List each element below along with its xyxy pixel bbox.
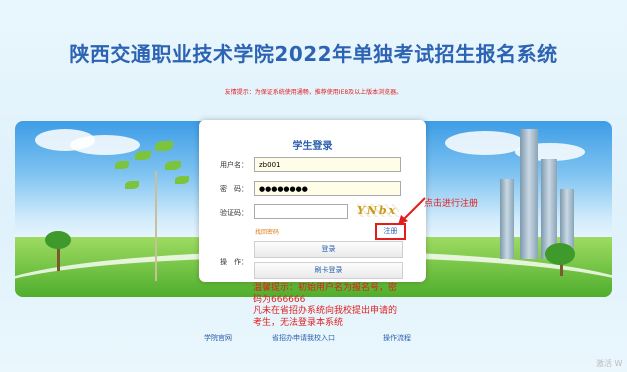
arrow-icon xyxy=(398,197,426,225)
username-field[interactable] xyxy=(254,157,401,172)
login-button[interactable]: 登录 xyxy=(254,241,403,258)
captcha-label: 验证码： xyxy=(220,209,248,217)
password-field[interactable]: ●●●●●●●● xyxy=(254,181,401,196)
captcha-image[interactable]: YNbx xyxy=(357,204,399,217)
forgot-password-link[interactable]: 找回密码 xyxy=(255,227,279,236)
college-website-link[interactable]: 学院官网 xyxy=(204,333,232,343)
operation-flow-link[interactable]: 操作流程 xyxy=(383,333,411,343)
activation-watermark: 激活 W xyxy=(596,359,623,368)
page-title: 陕西交通职业技术学院2022年单独考试招生报名系统 xyxy=(69,42,558,66)
admission-entry-link[interactable]: 省招办申请我校入口 xyxy=(272,333,335,343)
login-title: 学生登录 xyxy=(292,141,333,152)
username-label: 用户名： xyxy=(220,161,248,169)
password-label: 密 码： xyxy=(220,185,248,193)
register-hint: 点击进行注册 xyxy=(424,199,479,209)
operation-label: 操 作： xyxy=(220,258,248,266)
login-note: 温馨提示：初始用户名为报名号，密码为666666 凡未在省招办系统向我校提出申请… xyxy=(253,283,403,329)
note-text: 温馨提示：初始用户名为报名号，密码为666666 凡未在省招办系统向我校提出申请… xyxy=(253,283,398,328)
card-login-button[interactable]: 刷卡登录 xyxy=(254,262,403,279)
captcha-input[interactable] xyxy=(254,204,348,219)
browser-tip: 友情提示：为保证系统使用通畅，推荐使用IE8及以上版本浏览器。 xyxy=(224,89,403,96)
